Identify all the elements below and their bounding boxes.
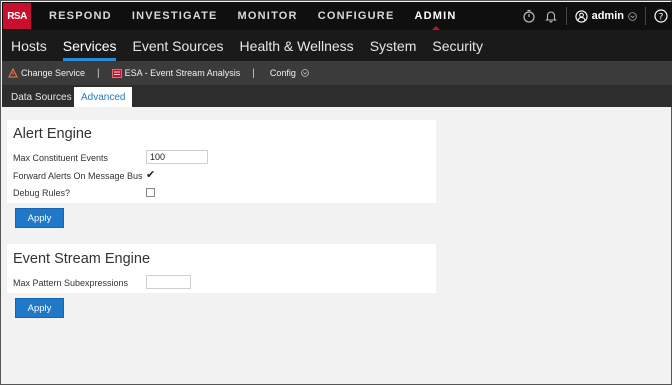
chevron-down-icon [628, 11, 637, 21]
tab-advanced[interactable]: Advanced [74, 87, 133, 107]
subnav-hosts[interactable]: Hosts [3, 30, 55, 61]
service-name[interactable]: ESA - Event Stream Analysis [111, 68, 241, 78]
event-stream-engine-panel: Event Stream Engine Max Pattern Subexpre… [7, 244, 436, 293]
help-icon[interactable]: ? [650, 2, 672, 30]
change-service-button[interactable]: Change Service [8, 68, 85, 78]
subnav-security[interactable]: Security [424, 30, 491, 61]
subnav-health-wellness[interactable]: Health & Wellness [232, 30, 362, 61]
service-bar: Change Service | ESA - Event Stream Anal… [2, 61, 672, 85]
topnav-admin[interactable]: ADMIN [405, 2, 467, 30]
subnav-event-sources[interactable]: Event Sources [124, 30, 231, 61]
divider [565, 7, 567, 25]
config-dropdown[interactable]: Config [267, 68, 309, 78]
app-frame: RSA RESPOND INVESTIGATE MONITOR CONFIGUR… [0, 0, 672, 385]
debug-rules-checkbox[interactable] [146, 188, 155, 197]
top-bar: RSA RESPOND INVESTIGATE MONITOR CONFIGUR… [2, 2, 672, 30]
event-stream-engine-title: Event Stream Engine [13, 251, 151, 267]
change-service-label: Change Service [21, 68, 86, 78]
tab-data-sources[interactable]: Data Sources [4, 87, 79, 107]
config-label: Config [269, 68, 296, 78]
chevron-down-icon [301, 69, 309, 77]
divider: | [252, 67, 255, 79]
forward-alerts-checkbox[interactable]: ✔ [146, 169, 157, 182]
service-icon [111, 68, 122, 78]
topnav-investigate[interactable]: INVESTIGATE [122, 2, 228, 30]
admin-subnav: Hosts Services Event Sources Health & We… [2, 30, 672, 61]
event-stream-engine-apply-button[interactable]: Apply [15, 298, 64, 318]
top-nav: RESPOND INVESTIGATE MONITOR CONFIGURE AD… [39, 2, 467, 30]
alert-engine-apply-button[interactable]: Apply [15, 208, 64, 228]
top-right-controls: admin ? [518, 2, 672, 30]
subnav-services[interactable]: Services [55, 30, 125, 61]
max-constituent-events-input[interactable] [146, 150, 208, 164]
user-menu[interactable]: admin [571, 9, 641, 23]
max-pattern-subexpressions-input[interactable] [146, 275, 191, 289]
max-pattern-subexpressions-label: Max Pattern Subexpressions [13, 278, 129, 288]
bell-icon[interactable] [540, 2, 562, 30]
alert-engine-panel: Alert Engine Max Constituent Events Forw… [7, 120, 436, 203]
divider: | [97, 67, 100, 79]
timer-icon[interactable] [518, 2, 540, 30]
rsa-logo[interactable]: RSA [3, 3, 31, 29]
config-tabs: Data Sources Advanced [2, 85, 672, 107]
checkmark-icon: ✔ [146, 169, 156, 181]
topnav-monitor[interactable]: MONITOR [228, 2, 308, 30]
forward-alerts-label: Forward Alerts On Message Bus [13, 171, 143, 181]
divider [645, 7, 646, 25]
max-constituent-events-label: Max Constituent Events [13, 153, 109, 163]
topnav-respond[interactable]: RESPOND [39, 2, 122, 30]
service-name-label: ESA - Event Stream Analysis [124, 68, 241, 78]
user-circle-icon [574, 9, 588, 23]
user-name: admin [591, 10, 624, 22]
svg-text:?: ? [659, 12, 664, 22]
topnav-configure[interactable]: CONFIGURE [308, 2, 405, 30]
debug-rules-label: Debug Rules? [13, 188, 71, 198]
subnav-system[interactable]: System [362, 30, 425, 61]
alert-engine-title: Alert Engine [13, 126, 92, 142]
change-service-icon [8, 68, 18, 78]
